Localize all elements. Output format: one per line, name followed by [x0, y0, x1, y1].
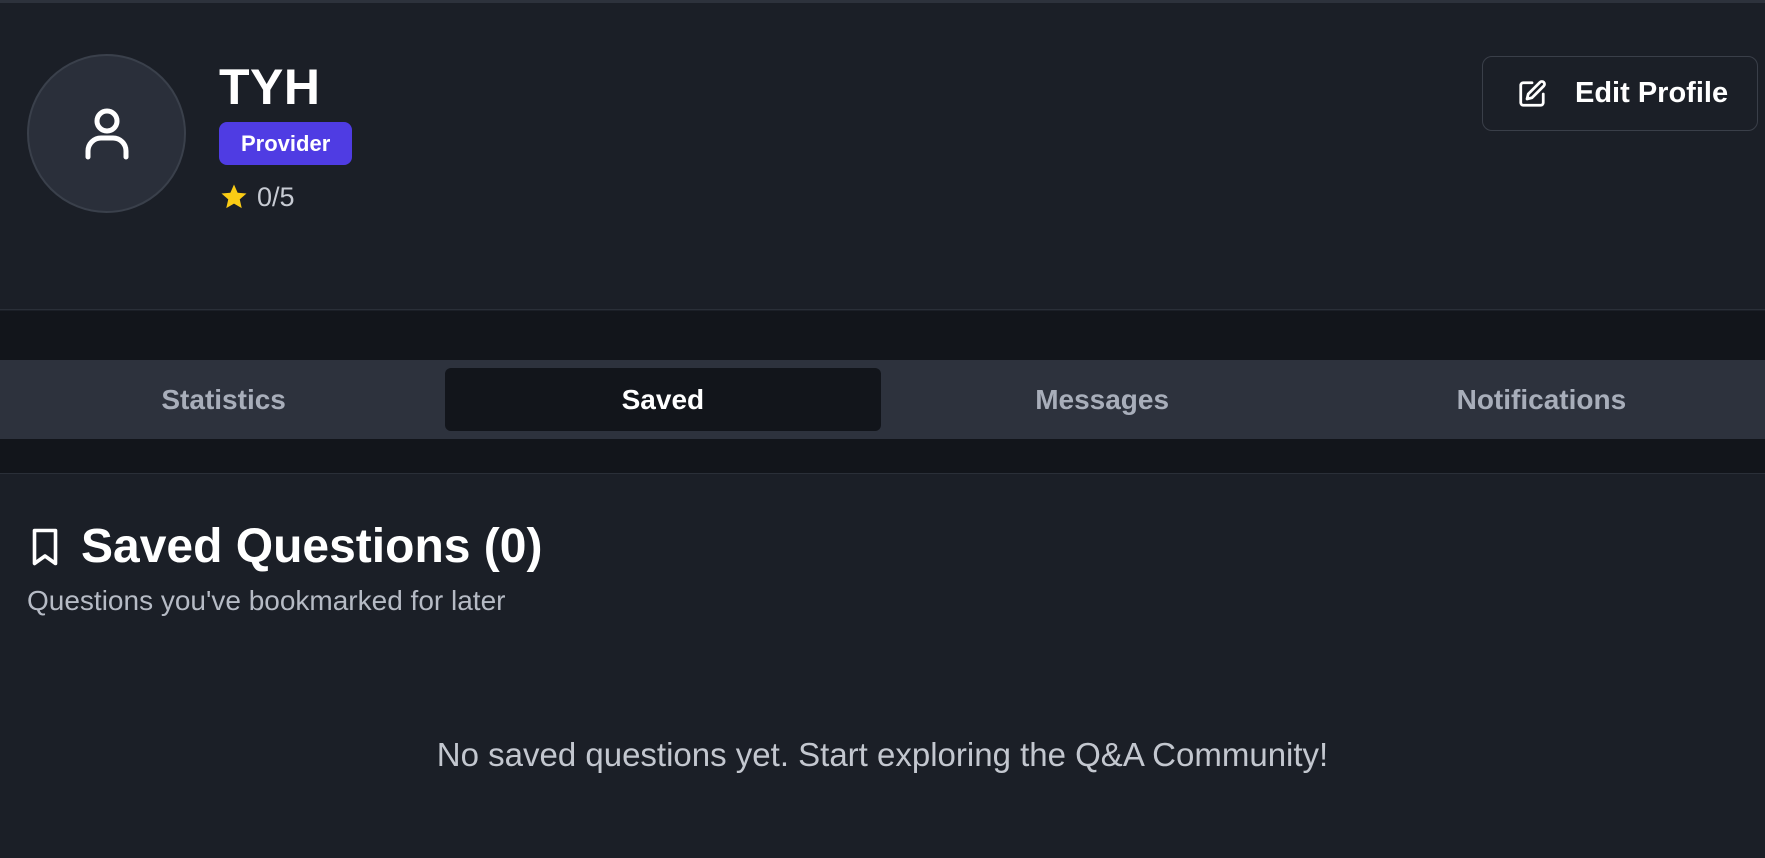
tab-saved[interactable]: Saved: [445, 368, 881, 431]
profile-tabs: Statistics Saved Messages Notifications: [0, 360, 1765, 439]
profile-name: TYH: [219, 59, 321, 115]
tab-statistics[interactable]: Statistics: [6, 368, 441, 431]
section-subtitle: Questions you've bookmarked for later: [27, 585, 506, 616]
edit-profile-button[interactable]: Edit Profile: [1482, 56, 1758, 131]
profile-header: TYH Provider 0/5 Edit Profile: [0, 3, 1765, 310]
role-badge: Provider: [219, 122, 353, 165]
bookmark-icon: [32, 528, 58, 566]
edit-profile-label: Edit Profile: [1575, 77, 1729, 109]
star-icon: [221, 184, 247, 209]
tab-notifications[interactable]: Notifications: [1324, 368, 1759, 431]
rating: 0/5: [219, 179, 295, 215]
edit-icon: [1519, 79, 1546, 107]
section-title: Saved Questions (0): [81, 520, 543, 573]
rating-value: 0/5: [257, 181, 295, 212]
empty-state-message: No saved questions yet. Start exploring …: [436, 736, 1329, 773]
saved-questions-panel: Saved Questions (0) Questions you've boo…: [0, 473, 1765, 858]
avatar: [27, 54, 186, 213]
tab-messages[interactable]: Messages: [885, 368, 1320, 431]
user-icon: [85, 108, 128, 159]
section-header: Saved Questions (0): [27, 519, 542, 575]
